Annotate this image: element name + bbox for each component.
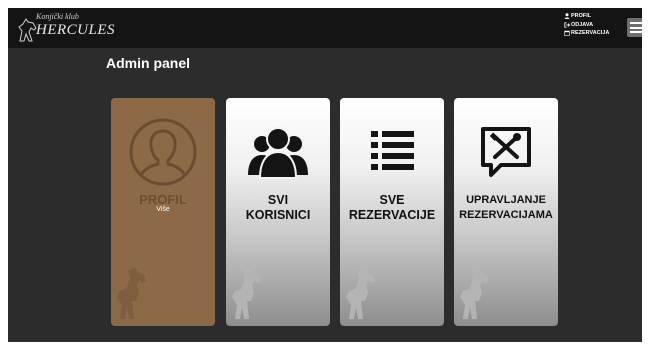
card-profil-label: PROFIL bbox=[139, 192, 187, 207]
hamburger-line bbox=[630, 22, 642, 24]
hamburger-line bbox=[630, 26, 642, 29]
card-upravljanje-rezervacijama[interactable]: UPRAVLJANJE REZERVACIJAMA bbox=[454, 98, 558, 326]
app-frame: Konjički klub HERCULES PROFIL ODJAVA REZ… bbox=[8, 8, 642, 342]
horse-silhouette-icon bbox=[346, 267, 375, 319]
hamburger-menu-button[interactable] bbox=[627, 18, 642, 37]
tools-icon bbox=[481, 127, 531, 177]
card-profil[interactable]: PROFIL Više bbox=[111, 98, 215, 326]
page-title: Admin panel bbox=[106, 55, 191, 71]
horse-silhouette-icon bbox=[460, 267, 489, 319]
calendar-icon bbox=[564, 31, 570, 37]
nav-link-odjava[interactable]: ODJAVA bbox=[564, 21, 626, 30]
user-circle-icon bbox=[129, 118, 197, 186]
card-svi-korisnici-line2: KORISNICI bbox=[245, 208, 311, 222]
nav-link-profil-label: PROFIL bbox=[571, 13, 592, 19]
brand-logo[interactable]: Konjički klub HERCULES bbox=[14, 11, 124, 45]
brand-top-text: Konjički klub bbox=[36, 12, 79, 21]
horse-silhouette-icon bbox=[117, 267, 146, 319]
nav-link-odjava-label: ODJAVA bbox=[571, 21, 594, 28]
brand-main-text: HERCULES bbox=[36, 22, 115, 38]
list-icon bbox=[371, 131, 414, 170]
hamburger-line bbox=[630, 31, 642, 33]
nav-link-rezervacija-label: REZERVACIJA bbox=[571, 30, 610, 36]
card-sve-rezervacije-label: SVE REZERVACIJE bbox=[340, 193, 444, 223]
card-upravljanje-line2: REZERVACIJAMA bbox=[459, 209, 553, 221]
users-icon bbox=[248, 127, 308, 179]
user-icon bbox=[564, 13, 570, 20]
sign-out-icon bbox=[564, 22, 570, 28]
card-svi-korisnici-line1: SVI bbox=[267, 193, 289, 207]
nav-link-rezervacija[interactable]: REZERVACIJA bbox=[564, 29, 626, 38]
navbar: Konjički klub HERCULES PROFIL ODJAVA REZ… bbox=[8, 8, 642, 48]
card-profil-vise[interactable]: Više bbox=[111, 206, 215, 213]
card-sve-rezervacije-line2: REZERVACIJE bbox=[348, 208, 436, 222]
nav-links: PROFIL ODJAVA REZERVACIJA bbox=[564, 12, 626, 38]
card-sve-rezervacije-line1: SVE bbox=[379, 193, 405, 207]
nav-link-profil[interactable]: PROFIL bbox=[564, 12, 626, 21]
card-sve-rezervacije[interactable]: SVE REZERVACIJE bbox=[340, 98, 444, 326]
card-svi-korisnici-label: SVI KORISNICI bbox=[226, 193, 330, 223]
card-svi-korisnici[interactable]: SVI KORISNICI bbox=[226, 98, 330, 326]
card-upravljanje-label: UPRAVLJANJE REZERVACIJAMA bbox=[454, 193, 558, 223]
horse-silhouette-icon bbox=[232, 267, 261, 319]
card-upravljanje-line1: UPRAVLJANJE bbox=[466, 194, 546, 206]
